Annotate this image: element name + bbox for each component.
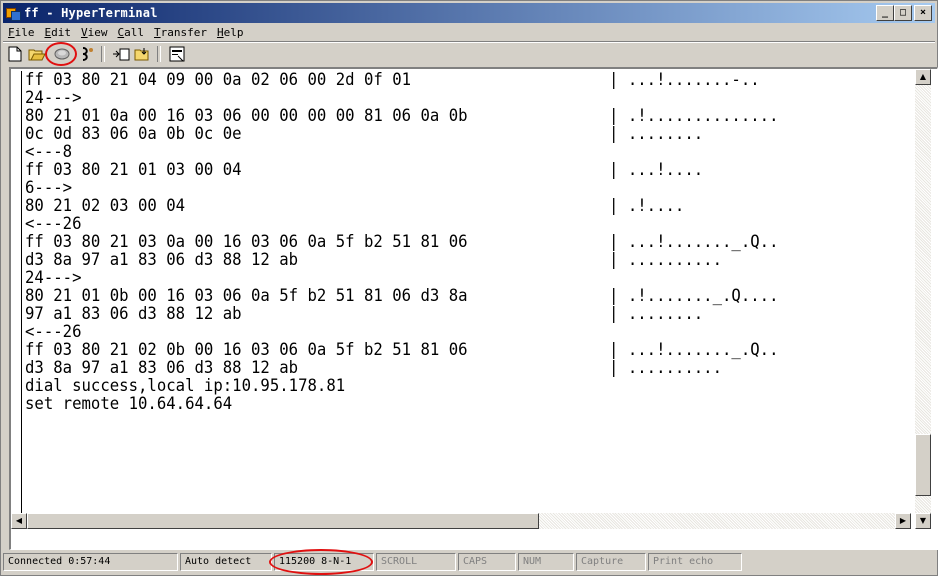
new-connection-button[interactable] [5,45,25,63]
port-settings-highlight-ring [269,549,373,575]
receive-button[interactable] [133,45,153,63]
properties-button[interactable] [167,45,187,63]
terminal-line: ff 03 80 21 01 03 00 04 [25,160,242,180]
horizontal-scroll-thumb[interactable] [27,513,539,529]
terminal-line: 24---> [25,88,82,108]
terminal-ascii: | ...!.... [609,160,704,180]
scroll-up-button[interactable]: ▲ [915,69,931,85]
capture-indicator: Capture [576,553,646,571]
vertical-scrollbar[interactable]: ▲ ▼ [915,69,931,529]
menu-help[interactable]: Help [212,26,249,39]
properties-icon [169,46,185,62]
terminal-ascii: | ...!......._.Q.. [609,232,779,252]
terminal-ascii: | .!.............. [609,106,779,126]
toolbar [3,42,935,66]
terminal-line: 80 21 02 03 00 04 [25,196,186,216]
terminal-line: <---8 [25,142,73,162]
port-settings-status: 115200 8-N-1 [269,549,374,575]
toolbar-separator [157,46,161,62]
text-cursor-bar [21,71,22,523]
terminal-line: 80 21 01 0b 00 16 03 06 0a 5f b2 51 81 0… [25,286,468,306]
connection-status: Connected 0:57:44 [3,553,178,571]
terminal-frame: ff 03 80 21 04 09 00 0a 02 06 00 2d 0f 0… [9,67,938,550]
hyperterminal-window: ff - HyperTerminal _ □ × File Edit View … [0,0,938,576]
menu-transfer[interactable]: Transfer [149,26,212,39]
terminal-line: dial success,local ip:10.95.178.81 [25,376,346,396]
title-bar[interactable]: ff - HyperTerminal _ □ × [3,3,935,23]
new-icon [8,46,22,62]
menu-call[interactable]: Call [113,26,150,39]
terminal-ascii: | .......... [609,358,723,378]
terminal-line: ff 03 80 21 03 0a 00 16 03 06 0a 5f b2 5… [25,232,468,252]
terminal-line: ff 03 80 21 02 0b 00 16 03 06 0a 5f b2 5… [25,340,468,360]
terminal-ascii: | ...!......._.Q.. [609,340,779,360]
terminal-ascii: | ........ [609,304,704,324]
status-bar: Connected 0:57:44 Auto detect 115200 8-N… [3,549,935,575]
connect-highlight-ring [45,42,77,66]
menu-bar: File Edit View Call Transfer Help [3,24,935,41]
minimize-button[interactable]: _ [876,5,894,21]
terminal-ascii: | .!.... [609,196,685,216]
maximize-button[interactable]: □ [894,5,912,21]
receive-icon [134,48,149,61]
terminal-line: 0c 0d 83 06 0a 0b 0c 0e [25,124,242,144]
scroll-left-button[interactable]: ◀ [11,513,27,529]
terminal-ascii: | .!......._.Q.... [609,286,779,306]
open-icon [28,49,46,61]
terminal-line: d3 8a 97 a1 83 06 d3 88 12 ab [25,358,299,378]
disconnect-icon [82,47,93,61]
terminal-line: <---26 [25,214,82,234]
horizontal-scrollbar[interactable]: ◀ ▶ [11,513,911,529]
terminal-ascii: | ...!.......-.. [609,70,760,90]
scroll-right-button[interactable]: ▶ [895,513,911,529]
toolbar-separator [101,46,105,62]
hyperterminal-app-icon[interactable] [6,6,21,21]
disconnect-button[interactable] [77,45,97,63]
emulation-status: Auto detect [180,553,272,571]
terminal-line: d3 8a 97 a1 83 06 d3 88 12 ab [25,250,299,270]
scroll-down-button[interactable]: ▼ [915,513,931,529]
caps-lock-indicator: CAPS [458,553,516,571]
vertical-scroll-thumb[interactable] [915,434,931,496]
print-echo-indicator: Print echo [648,553,742,571]
terminal-ascii: | ........ [609,124,704,144]
num-lock-indicator: NUM [518,553,574,571]
close-button[interactable]: × [914,5,932,21]
menu-view[interactable]: View [76,26,113,39]
connect-button[interactable] [45,42,77,66]
terminal-line: 6---> [25,178,73,198]
window-title: ff - HyperTerminal [24,6,158,20]
terminal-line: 97 a1 83 06 d3 88 12 ab [25,304,242,324]
terminal-output[interactable]: ff 03 80 21 04 09 00 0a 02 06 00 2d 0f 0… [11,69,911,529]
send-icon [113,48,130,61]
terminal-line: 80 21 01 0a 00 16 03 06 00 00 00 00 81 0… [25,106,468,126]
terminal-ascii: | .......... [609,250,723,270]
menu-file[interactable]: File [3,26,40,39]
terminal-line: <---26 [25,322,82,342]
terminal-line: ff 03 80 21 04 09 00 0a 02 06 00 2d 0f 0… [25,70,412,90]
scroll-lock-indicator: SCROLL [376,553,456,571]
terminal-line: set remote 10.64.64.64 [25,394,233,414]
menu-edit[interactable]: Edit [40,26,77,39]
open-button[interactable] [27,45,47,63]
terminal-line: 24---> [25,268,82,288]
send-button[interactable] [111,45,131,63]
